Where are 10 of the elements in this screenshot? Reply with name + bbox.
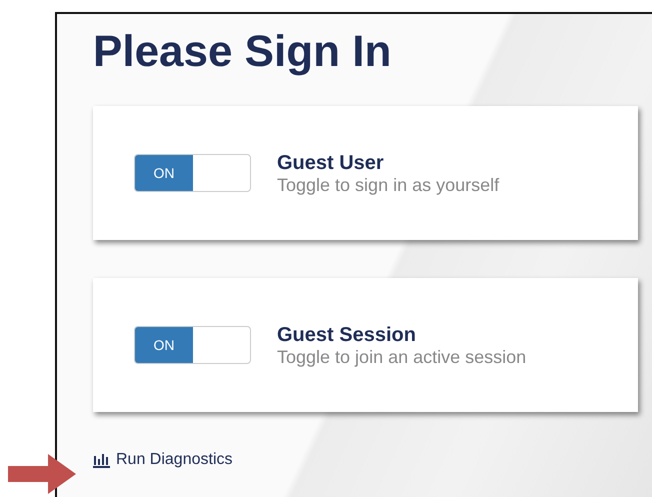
page-title: Please Sign In xyxy=(93,28,392,76)
option-description: Toggle to sign in as yourself xyxy=(277,174,500,196)
annotation-arrow xyxy=(8,454,78,494)
run-diagnostics-link[interactable]: Run Diagnostics xyxy=(93,448,232,472)
option-title: Guest User xyxy=(277,150,385,175)
option-description: Toggle to join an active session xyxy=(277,346,526,368)
toggle-switch[interactable]: ON xyxy=(134,326,251,364)
bar-chart-icon xyxy=(93,452,111,468)
option-title: Guest Session xyxy=(277,322,417,347)
toggle-switch[interactable]: ON xyxy=(134,154,251,192)
